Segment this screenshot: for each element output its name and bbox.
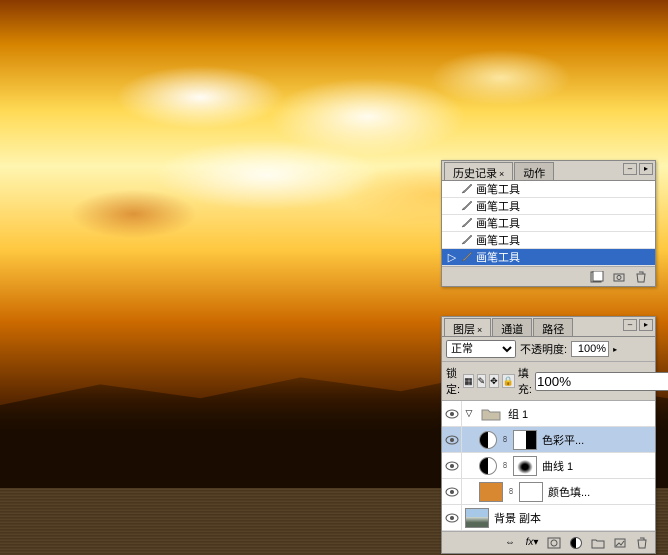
lock-all-icon[interactable]: 🔒: [502, 374, 515, 388]
tab-close-icon[interactable]: ×: [499, 169, 504, 179]
layer-options-row: 正常 不透明度: ▸: [442, 337, 655, 362]
new-group-icon[interactable]: [589, 535, 607, 551]
group-toggle-icon[interactable]: ▽: [462, 408, 476, 419]
delete-icon[interactable]: [633, 270, 649, 284]
opacity-arrow-icon[interactable]: ▸: [613, 345, 623, 354]
visibility-toggle-icon[interactable]: [442, 505, 462, 531]
layer-item[interactable]: 背景 副本: [442, 505, 655, 531]
delete-layer-icon[interactable]: [633, 535, 651, 551]
tab-actions[interactable]: 动作: [514, 162, 554, 180]
tab-close-icon[interactable]: ×: [477, 325, 482, 335]
history-item[interactable]: ▷ 画笔工具: [442, 249, 655, 266]
history-item-label: 画笔工具: [476, 198, 520, 214]
tab-layers-label: 图层: [453, 324, 475, 336]
layer-item[interactable]: 𝟾 色彩平...: [442, 427, 655, 453]
layer-name-label[interactable]: 曲线 1: [540, 458, 655, 474]
tab-channels[interactable]: 通道: [492, 318, 532, 336]
tab-paths[interactable]: 路径: [533, 318, 573, 336]
link-layers-icon[interactable]: ⇔: [501, 535, 519, 551]
layer-name-label[interactable]: 色彩平...: [540, 432, 655, 448]
tab-channels-label: 通道: [501, 324, 523, 336]
history-list: 画笔工具画笔工具画笔工具画笔工具▷画笔工具: [442, 181, 655, 266]
fill-input[interactable]: [535, 372, 668, 391]
panel-minimize-icon[interactable]: –: [623, 319, 637, 331]
brush-icon: [458, 250, 476, 264]
lock-label: 锁定:: [446, 365, 460, 397]
lock-position-icon[interactable]: ✥: [489, 374, 499, 388]
history-item[interactable]: 画笔工具: [442, 198, 655, 215]
layer-mask-thumb[interactable]: [519, 482, 543, 502]
history-item[interactable]: 画笔工具: [442, 181, 655, 198]
history-item[interactable]: 画笔工具: [442, 232, 655, 249]
layers-panel: 图层× 通道 路径 – ▸ 正常 不透明度: ▸ 锁定: ▦ ✎ ✥ 🔒 填充:…: [441, 316, 656, 554]
tab-actions-label: 动作: [523, 168, 545, 180]
tab-layers[interactable]: 图层×: [444, 318, 491, 336]
history-item-label: 画笔工具: [476, 232, 520, 248]
history-item-label: 画笔工具: [476, 215, 520, 231]
new-adjustment-icon[interactable]: [567, 535, 585, 551]
adjustment-icon: [479, 457, 497, 475]
visibility-toggle-icon[interactable]: [442, 479, 462, 505]
tab-paths-label: 路径: [542, 324, 564, 336]
brush-icon: [458, 233, 476, 247]
history-item[interactable]: 画笔工具: [442, 215, 655, 232]
panel-menu-icon[interactable]: ▸: [639, 163, 653, 175]
layer-name-label[interactable]: 组 1: [506, 406, 655, 422]
link-icon: 𝟾: [500, 434, 510, 445]
history-marker: ▷: [446, 251, 458, 264]
adjustment-icon: [479, 431, 497, 449]
visibility-toggle-icon[interactable]: [442, 453, 462, 479]
layer-thumb[interactable]: [465, 508, 489, 528]
add-mask-icon[interactable]: [545, 535, 563, 551]
history-footer: [442, 266, 655, 286]
layer-item[interactable]: 𝟾 曲线 1: [442, 453, 655, 479]
layer-list: ▽ 组 1 𝟾 色彩平... 𝟾 曲线 1 𝟾 颜色填... 背景 副本: [442, 401, 655, 531]
link-icon: 𝟾: [500, 460, 510, 471]
tab-history-label: 历史记录: [453, 168, 497, 180]
opacity-input[interactable]: [571, 341, 609, 357]
lock-transparency-icon[interactable]: ▦: [463, 374, 474, 388]
layer-name-label[interactable]: 背景 副本: [492, 510, 655, 526]
panel-minimize-icon[interactable]: –: [623, 163, 637, 175]
brush-icon: [458, 182, 476, 196]
history-panel: 历史记录× 动作 – ▸ 画笔工具画笔工具画笔工具画笔工具▷画笔工具: [441, 160, 656, 287]
history-tabs: 历史记录× 动作 – ▸: [442, 161, 655, 181]
tab-history[interactable]: 历史记录×: [444, 162, 513, 180]
create-document-icon[interactable]: [589, 270, 605, 284]
layers-footer: ⇔ fx▾: [442, 531, 655, 553]
history-item-label: 画笔工具: [476, 249, 520, 265]
opacity-label: 不透明度:: [520, 341, 567, 357]
new-layer-icon[interactable]: [611, 535, 629, 551]
folder-icon: [479, 405, 503, 423]
layer-lock-row: 锁定: ▦ ✎ ✥ 🔒 填充: ▸: [442, 362, 655, 401]
link-icon: 𝟾: [506, 486, 516, 497]
panel-menu-icon[interactable]: ▸: [639, 319, 653, 331]
fill-label: 填充:: [518, 365, 532, 397]
layer-mask-thumb[interactable]: [513, 430, 537, 450]
layer-name-label[interactable]: 颜色填...: [546, 484, 655, 500]
layer-fx-icon[interactable]: fx▾: [523, 535, 541, 551]
brush-icon: [458, 199, 476, 213]
new-snapshot-icon[interactable]: [611, 270, 627, 284]
layer-item[interactable]: 𝟾 颜色填...: [442, 479, 655, 505]
layer-thumb[interactable]: [479, 482, 503, 502]
brush-icon: [458, 216, 476, 230]
visibility-toggle-icon[interactable]: [442, 401, 462, 427]
layer-item[interactable]: ▽ 组 1: [442, 401, 655, 427]
visibility-toggle-icon[interactable]: [442, 427, 462, 453]
history-item-label: 画笔工具: [476, 181, 520, 197]
layer-mask-thumb[interactable]: [513, 456, 537, 476]
layers-tabs: 图层× 通道 路径 – ▸: [442, 317, 655, 337]
lock-pixels-icon[interactable]: ✎: [477, 374, 487, 388]
blend-mode-select[interactable]: 正常: [446, 340, 516, 358]
